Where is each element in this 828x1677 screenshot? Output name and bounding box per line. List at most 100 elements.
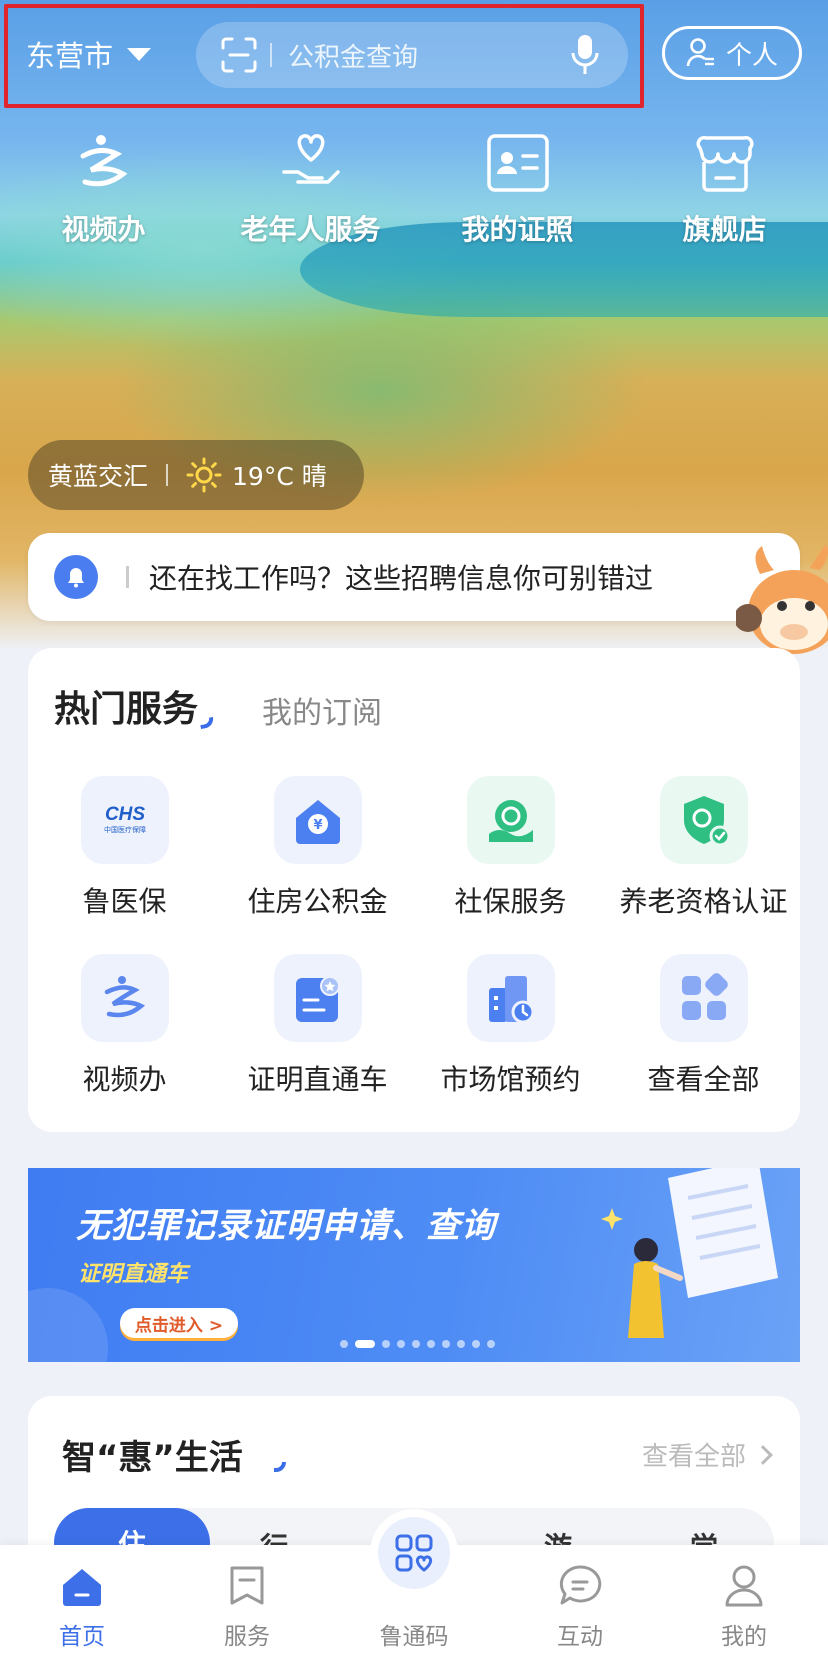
quick-action-label: 老年人服务 <box>240 213 381 246</box>
service-item-medical-insurance[interactable]: CHS 中国医疗保障 鲁医保 <box>28 776 221 920</box>
nav-services-label: 服务 <box>224 1624 270 1650</box>
app-grid-heart-icon <box>395 1534 433 1572</box>
service-grid: CHS 中国医疗保障 鲁医保 ¥ 住房公积金 社保服务 养老资格认证 视频办 证… <box>28 776 800 1098</box>
pagination-dot[interactable] <box>457 1340 465 1348</box>
smart-life-view-all[interactable]: 查看全部 <box>641 1436 773 1473</box>
pagination-dot[interactable] <box>427 1340 435 1348</box>
pagination-dot[interactable] <box>487 1340 495 1348</box>
notice-text: 还在找工作吗？这些招聘信息你可别错过 <box>149 562 654 595</box>
pagination-dot[interactable] <box>382 1340 390 1348</box>
chat-icon <box>559 1565 602 1605</box>
nav-mine[interactable]: 我的 <box>684 1563 804 1651</box>
service-item-certificate[interactable]: 证明直通车 <box>221 954 414 1098</box>
store-icon <box>696 135 753 192</box>
chevron-down-icon <box>127 47 152 61</box>
pension-certification-icon <box>659 776 748 864</box>
notice-bar[interactable]: 还在找工作吗？这些招聘信息你可别错过 <box>28 533 800 621</box>
search-divider <box>270 43 272 67</box>
service-item-social-security[interactable]: 社保服务 <box>414 776 607 920</box>
service-item-pension-certification[interactable]: 养老资格认证 <box>607 776 800 920</box>
service-item-label: 市场馆预约 <box>440 1063 581 1096</box>
nav-interaction[interactable]: 互动 <box>520 1563 640 1651</box>
title-indicator <box>274 1462 286 1472</box>
quick-action-video-service[interactable]: 视频办 <box>0 130 207 260</box>
pagination-dot[interactable] <box>442 1340 450 1348</box>
video-service-icon <box>80 135 127 187</box>
hot-services-card: 热门服务 我的订阅 CHS 中国医疗保障 鲁医保 ¥ 住房公积金 社保服务 养老… <box>28 648 800 1132</box>
user-switch-icon <box>686 38 714 67</box>
quick-action-elderly-service[interactable]: 老年人服务 <box>207 130 414 260</box>
service-item-housing-fund[interactable]: ¥ 住房公积金 <box>221 776 414 920</box>
pagination-dot[interactable] <box>472 1340 480 1348</box>
tab-hot-services[interactable]: 热门服务 <box>54 680 215 732</box>
promo-banner[interactable]: 无犯罪记录证明申请、查询 证明直通车 点击进入 > <box>28 1168 800 1362</box>
nav-lu-code-label: 鲁通码 <box>379 1624 449 1650</box>
weather-place: 黄蓝交汇 <box>48 462 149 491</box>
venue-booking-icon <box>466 954 555 1042</box>
bell-icon <box>54 555 98 599</box>
tab-indicator <box>199 716 215 730</box>
pagination-dot[interactable] <box>397 1340 405 1348</box>
nav-interaction-label: 互动 <box>557 1624 603 1650</box>
weather-pill[interactable]: 黄蓝交汇 19°C 晴 <box>28 440 364 510</box>
service-item-label: 社保服务 <box>454 885 567 918</box>
notice-divider <box>126 566 129 588</box>
personal-mode-label: 个人 <box>725 40 778 71</box>
video-service-icon <box>80 954 169 1042</box>
personal-mode-button[interactable]: 个人 <box>662 26 802 80</box>
document-illustration-icon <box>601 1168 778 1338</box>
service-item-label: 查看全部 <box>647 1063 760 1096</box>
view-all-label: 查看全部 <box>641 1442 746 1472</box>
quick-action-flagship-store[interactable]: 旗舰店 <box>621 130 828 260</box>
smart-life-title: 智“惠”生活 <box>62 1438 243 1478</box>
search-bar[interactable]: 公积金查询 <box>196 22 628 88</box>
search-placeholder: 公积金查询 <box>288 42 419 73</box>
nav-mine-label: 我的 <box>721 1624 767 1650</box>
elderly-care-icon <box>281 134 340 184</box>
nav-services[interactable]: 服务 <box>187 1563 307 1651</box>
svg-text:CHS: CHS <box>104 804 144 825</box>
housing-fund-icon: ¥ <box>273 776 362 864</box>
chevron-right-icon <box>753 1444 773 1465</box>
service-item-label: 证明直通车 <box>247 1063 388 1096</box>
service-item-venue-booking[interactable]: 市场馆预约 <box>414 954 607 1098</box>
weather-divider <box>166 464 169 486</box>
pagination-dot[interactable] <box>340 1340 348 1348</box>
city-selector[interactable]: 东营市 <box>26 32 152 76</box>
all-apps-icon <box>659 954 748 1042</box>
banner-title: 无犯罪记录证明申请、查询 <box>76 1206 496 1246</box>
city-label: 东营市 <box>26 39 114 73</box>
nav-lu-code-button[interactable] <box>378 1517 450 1589</box>
scan-icon[interactable] <box>220 36 258 74</box>
service-tabs: 热门服务 我的订阅 <box>54 680 382 732</box>
bookmark-icon <box>230 1566 264 1605</box>
certificate-icon <box>273 954 362 1042</box>
pagination-dot[interactable] <box>412 1340 420 1348</box>
quick-action-label: 视频办 <box>61 213 146 246</box>
service-item-label: 鲁医保 <box>82 885 167 918</box>
microphone-icon[interactable] <box>570 33 600 77</box>
service-item-label: 住房公积金 <box>247 885 388 918</box>
bottom-nav: 首页 服务 鲁通码 互动 我的 <box>0 1517 828 1677</box>
weather-temperature: 19°C 晴 <box>232 462 327 491</box>
service-item-view-all[interactable]: 查看全部 <box>607 954 800 1098</box>
banner-decoration <box>28 1288 108 1362</box>
top-bar: 东营市 公积金查询 个人 <box>0 0 828 110</box>
tab-my-subscriptions[interactable]: 我的订阅 <box>262 688 382 732</box>
banner-subtitle: 证明直通车 <box>78 1262 189 1287</box>
service-item-label: 养老资格认证 <box>619 885 788 918</box>
social-security-icon <box>466 776 555 864</box>
nav-home-label: 首页 <box>59 1624 105 1650</box>
quick-action-my-licenses[interactable]: 我的证照 <box>414 130 621 260</box>
pagination-dot-active[interactable] <box>355 1340 375 1348</box>
banner-enter-button[interactable]: 点击进入 > <box>120 1308 238 1338</box>
quick-action-label: 旗舰店 <box>682 213 767 246</box>
service-item-video-service[interactable]: 视频办 <box>28 954 221 1098</box>
home-icon <box>63 1569 101 1606</box>
banner-pagination <box>340 1340 495 1348</box>
svg-text:中国医疗保障: 中国医疗保障 <box>104 825 146 834</box>
service-item-label: 视频办 <box>82 1063 167 1096</box>
mascot-calf-icon[interactable] <box>736 540 828 664</box>
sun-icon <box>186 457 222 493</box>
nav-home[interactable]: 首页 <box>22 1563 142 1651</box>
